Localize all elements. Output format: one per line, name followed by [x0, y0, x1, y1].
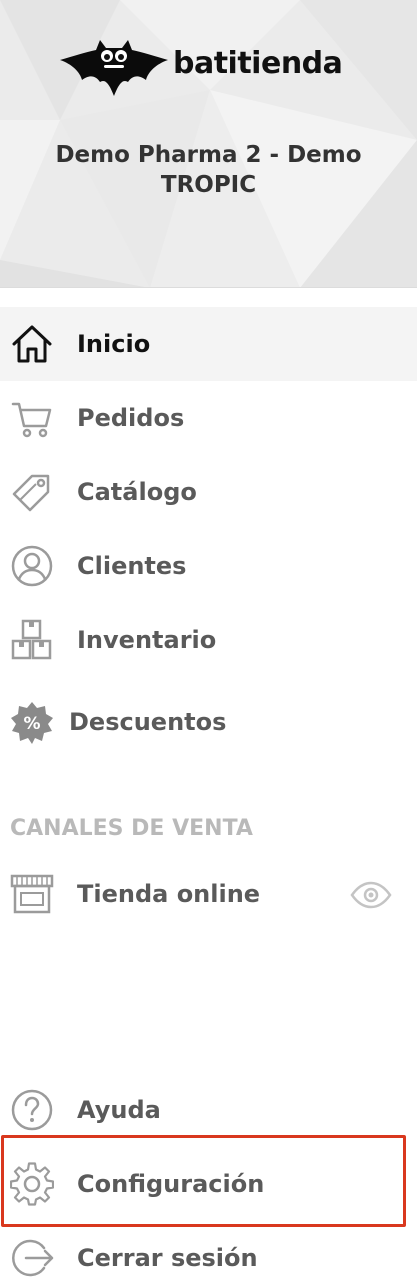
- nav-label: Catálogo: [77, 478, 197, 506]
- nav-label: Inventario: [77, 626, 217, 654]
- bat-logo-icon: [60, 40, 168, 96]
- store-name: Demo Pharma 2 - Demo TROPIC: [55, 142, 362, 198]
- nav-label: Descuentos: [69, 708, 227, 736]
- tag-icon: [12, 474, 50, 512]
- brand-logo[interactable]: batitienda: [60, 36, 360, 100]
- brand-name: batitienda: [173, 46, 343, 81]
- nav-item-cerrar-sesion[interactable]: Cerrar sesión: [0, 1221, 417, 1284]
- nav-item-descuentos[interactable]: % Descuentos: [0, 685, 417, 759]
- nav-item-inventario[interactable]: Inventario: [0, 603, 417, 677]
- nav-item-clientes[interactable]: Clientes: [0, 529, 417, 603]
- boxes-icon: [11, 619, 52, 660]
- eye-icon[interactable]: [350, 880, 392, 910]
- nav-item-ayuda[interactable]: Ayuda: [0, 1073, 417, 1147]
- nav-label: Ayuda: [77, 1096, 161, 1124]
- help-circle-icon: [11, 1089, 53, 1131]
- logout-icon: [12, 1239, 54, 1277]
- nav-label: Pedidos: [77, 404, 185, 432]
- section-title-sales-channels: CANALES DE VENTA: [10, 816, 253, 841]
- nav-label: Inicio: [77, 330, 151, 358]
- nav-item-configuracion[interactable]: Configuración: [0, 1147, 417, 1221]
- user-circle-icon: [11, 545, 53, 587]
- nav-label: Configuración: [77, 1170, 265, 1198]
- sidebar-header: batitienda Demo Pharma 2 - Demo TROPIC: [0, 0, 417, 288]
- nav-item-catalogo[interactable]: Catálogo: [0, 455, 417, 529]
- nav-item-inicio[interactable]: Inicio: [0, 307, 417, 381]
- nav-label: Clientes: [77, 552, 187, 580]
- gear-icon: [10, 1162, 54, 1206]
- svg-text:%: %: [23, 714, 40, 734]
- nav-item-pedidos[interactable]: Pedidos: [0, 381, 417, 455]
- storefront-icon: [10, 874, 54, 914]
- nav-label: Tienda online: [77, 880, 261, 908]
- home-icon: [12, 325, 52, 363]
- percent-badge-icon: %: [11, 702, 53, 744]
- nav-label: Cerrar sesión: [77, 1244, 258, 1272]
- cart-icon: [11, 402, 52, 438]
- sidebar: batitienda Demo Pharma 2 - Demo TROPIC I…: [0, 0, 417, 1284]
